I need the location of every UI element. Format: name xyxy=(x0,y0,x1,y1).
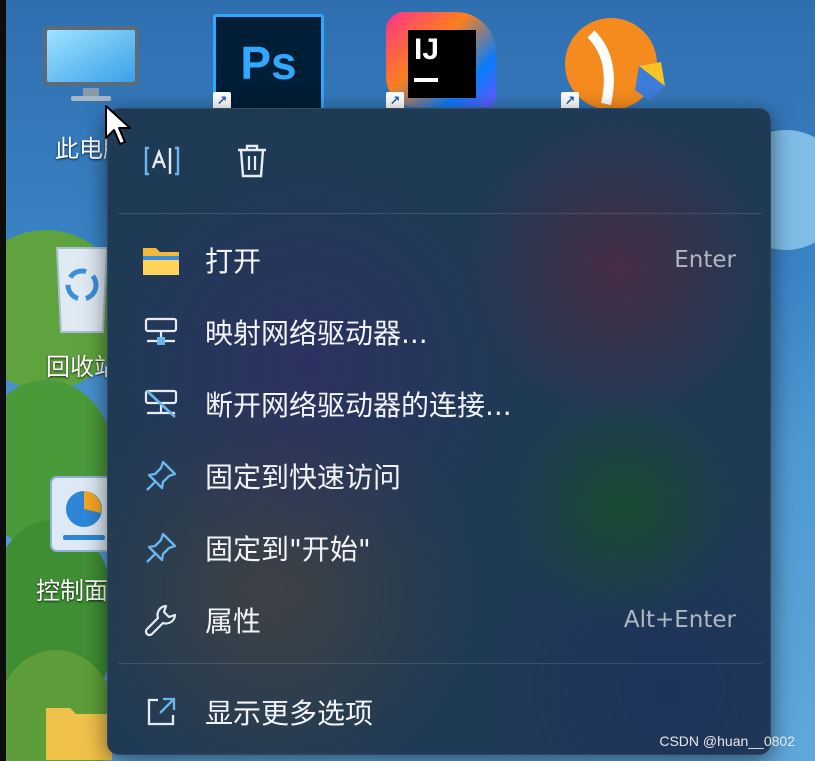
menu-item-shortcut: Enter xyxy=(674,247,736,273)
menu-item-open[interactable]: 打开 Enter xyxy=(108,230,770,290)
menu-item-label: 属性 xyxy=(205,605,262,638)
menu-separator xyxy=(118,213,762,214)
rename-icon xyxy=(144,146,180,176)
menu-separator xyxy=(118,663,762,664)
menu-item-label: 固定到"开始" xyxy=(205,533,371,566)
share-icon xyxy=(141,692,181,732)
recycle-bin-icon xyxy=(55,247,109,333)
folder-icon[interactable] xyxy=(44,700,114,760)
delete-icon xyxy=(238,144,266,178)
intellij-logo-text: IJ xyxy=(414,33,440,66)
intellij-logo: IJ xyxy=(408,30,476,98)
menu-item-disconnect-network-drive[interactable]: 断开网络驱动器的连接... xyxy=(108,374,770,434)
menu-item-properties[interactable]: 属性 Alt+Enter xyxy=(108,590,770,650)
pin-icon xyxy=(141,528,181,568)
menu-item-label: 映射网络驱动器... xyxy=(205,317,428,350)
network-drive-icon xyxy=(141,312,181,352)
mouse-cursor-icon xyxy=(105,105,131,145)
watermark: CSDN @huan__0802 xyxy=(659,733,795,749)
delete-button[interactable] xyxy=(230,139,274,183)
disconnect-drive-icon xyxy=(141,384,181,424)
folder-icon xyxy=(141,240,181,280)
menu-item-pin-start[interactable]: 固定到"开始" xyxy=(108,518,770,578)
wrench-icon xyxy=(141,600,181,640)
desktop: 此电脑 回收站 控制面板 Ps ↗ IJ ↗ ↗ 打开 Enter 映射网络驱动… xyxy=(6,0,815,761)
menu-item-shortcut: Alt+Enter xyxy=(623,607,736,633)
menu-item-pin-quick-access[interactable]: 固定到快速访问 xyxy=(108,446,770,506)
photoshop-logo-text: Ps xyxy=(240,37,297,89)
rename-button[interactable] xyxy=(140,139,184,183)
context-menu-toolbar xyxy=(108,109,770,213)
pin-icon xyxy=(141,456,181,496)
menu-item-map-network-drive[interactable]: 映射网络驱动器... xyxy=(108,302,770,362)
menu-item-label: 断开网络驱动器的连接... xyxy=(205,389,512,422)
menu-item-label: 固定到快速访问 xyxy=(205,461,402,494)
menu-item-label: 打开 xyxy=(205,245,262,278)
context-menu: 打开 Enter 映射网络驱动器... 断开网络驱动器的连接... 固定到快速访… xyxy=(107,108,771,755)
monitor-icon xyxy=(43,26,139,101)
menu-item-label: 显示更多选项 xyxy=(205,697,374,730)
